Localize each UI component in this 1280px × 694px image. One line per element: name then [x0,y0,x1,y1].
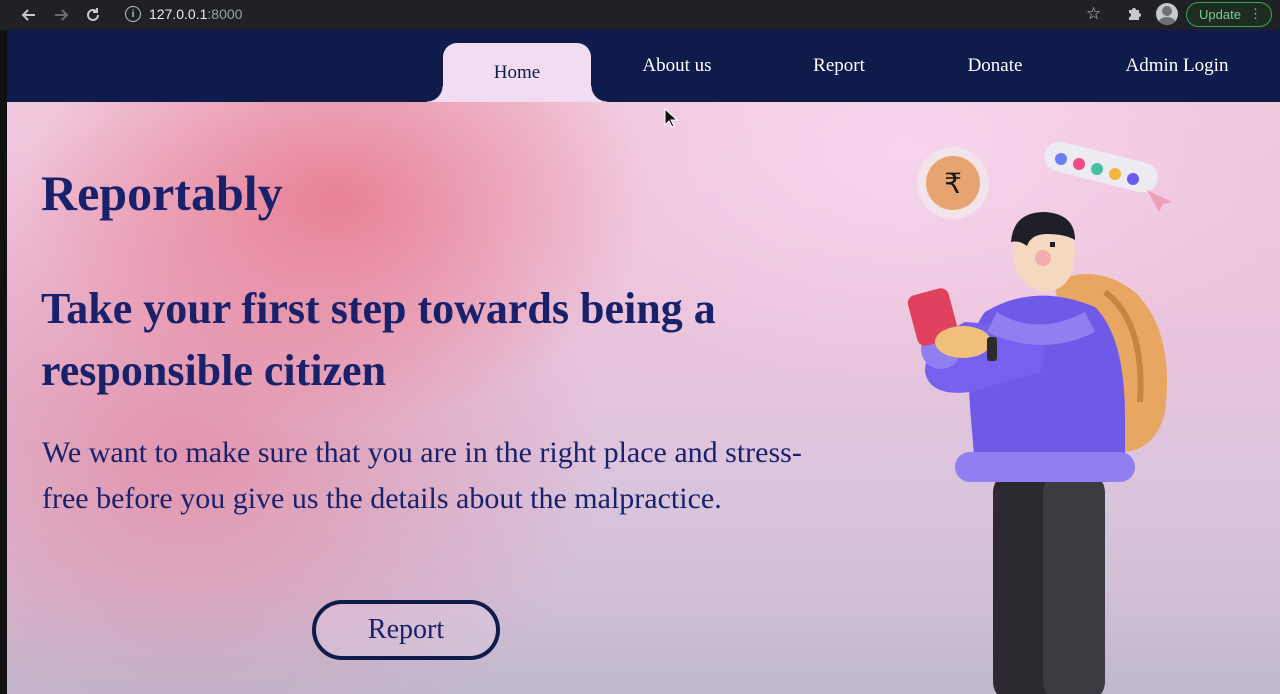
pointer-icon [1147,190,1172,212]
update-label: Update [1199,7,1241,22]
person-with-phone-illustration: ₹ [907,142,1172,694]
browser-toolbar: i 127.0.0.1:8000 ☆ Update ⋮ [0,0,1280,30]
nav-home[interactable]: Home [427,43,607,102]
page-viewport: Home About us Report Donate Admin Login … [7,30,1280,694]
nav-about-us[interactable]: About us [619,30,735,102]
hero-description: We want to make sure that you are in the… [42,436,802,515]
rupee-coin-icon: ₹ [917,147,989,219]
kebab-menu-icon[interactable]: ⋮ [1249,7,1262,21]
url-host: 127.0.0.1 [149,6,208,22]
site-info-icon[interactable]: i [125,6,141,22]
rupee-symbol: ₹ [944,167,962,200]
nav-donate[interactable]: Donate [941,30,1049,102]
nav-admin-login[interactable]: Admin Login [1105,30,1249,102]
color-dots-panel-icon [1044,142,1172,212]
mouse-pointer-icon [664,108,678,128]
forward-arrow-icon[interactable] [49,3,73,27]
profile-avatar[interactable] [1156,3,1178,25]
reload-icon[interactable] [81,3,105,27]
url-port: :8000 [207,6,243,22]
address-bar[interactable]: i 127.0.0.1:8000 [112,2,1112,26]
hero-headline: Take your first step towards being a res… [41,284,716,395]
update-button[interactable]: Update ⋮ [1186,2,1272,27]
site-navbar: Home About us Report Donate Admin Login [7,30,1280,102]
brand-title: Reportably [41,165,283,221]
report-button[interactable]: Report [312,600,500,660]
extensions-puzzle-icon[interactable] [1126,5,1143,22]
nav-report[interactable]: Report [787,30,891,102]
bookmark-star-icon[interactable]: ☆ [1086,4,1101,24]
back-arrow-icon[interactable] [17,3,41,27]
